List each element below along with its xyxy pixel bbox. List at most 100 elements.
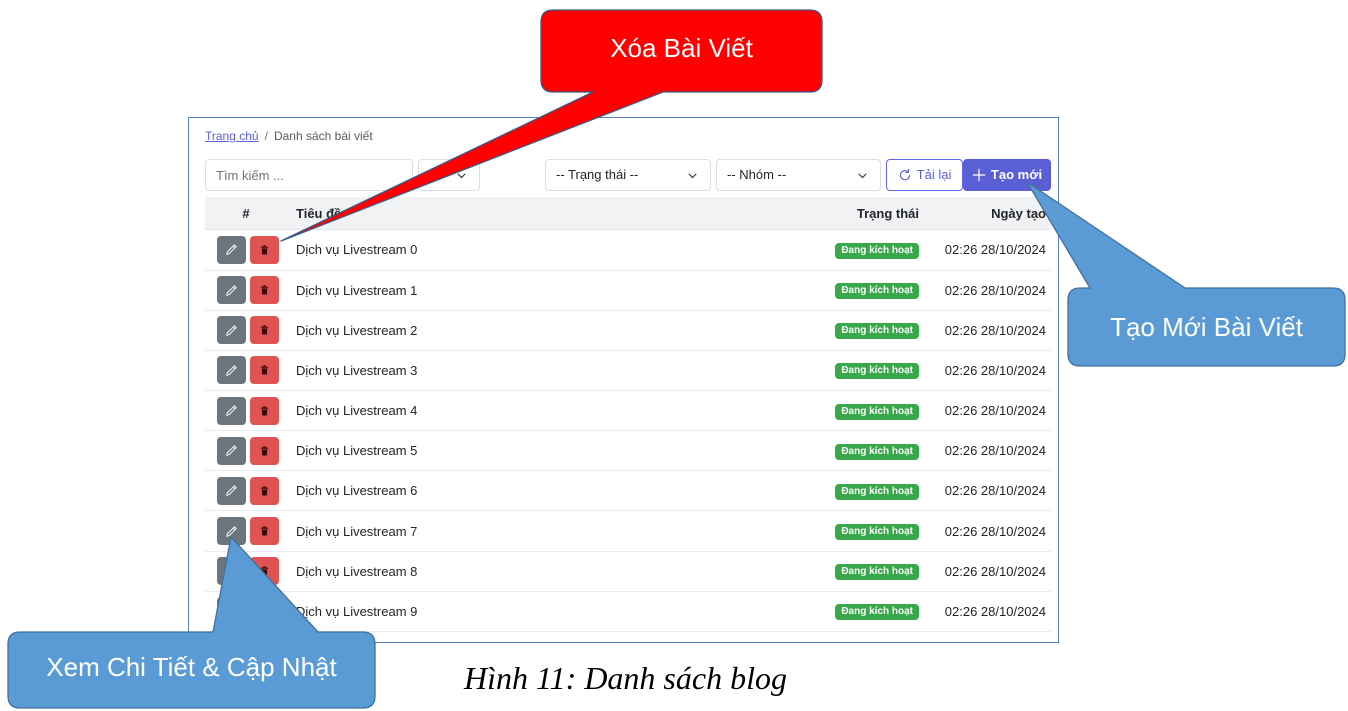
figure-caption: Hình 11: Danh sách blog	[464, 660, 787, 696]
plus-icon	[972, 168, 986, 182]
delete-button[interactable]	[250, 316, 279, 345]
group-filter-value: -- Nhóm --	[727, 167, 787, 182]
status-badge: Đang kích hoạt	[835, 403, 919, 420]
created-date: 02:26 28/10/2024	[944, 403, 1046, 419]
status-badge: Đang kích hoạt	[835, 323, 919, 340]
status-badge: Đang kích hoạt	[835, 443, 919, 460]
row-actions	[205, 396, 287, 425]
trash-icon	[260, 406, 269, 416]
create-button[interactable]: Tạo mới	[963, 159, 1051, 191]
trash-icon	[260, 365, 269, 375]
edit-button[interactable]	[217, 597, 246, 626]
table-header-row: # Tiêu đề Trạng thái Ngày tạo	[205, 197, 1051, 231]
trash-icon	[260, 245, 269, 255]
delete-button[interactable]	[250, 276, 279, 305]
delete-button[interactable]	[250, 597, 279, 626]
status-badge: Đang kích hoạt	[835, 483, 919, 500]
reload-button[interactable]: Tải lại	[886, 159, 963, 191]
status-cell: Đang kích hoạt	[825, 602, 929, 621]
status-badge: Đang kích hoạt	[835, 283, 919, 300]
table-row: Dịch vụ Livestream 6 Đang kích hoạt 02:26 …	[205, 471, 1051, 512]
trash-icon	[260, 446, 269, 456]
blog-table: # Tiêu đề Trạng thái Ngày tạo Dịch vụ Li…	[205, 197, 1051, 632]
status-cell: Đang kích hoạt	[825, 321, 929, 340]
post-title: Dịch vụ Livestream 4	[296, 403, 418, 419]
group-filter-select[interactable]: -- Nhóm --	[716, 159, 881, 191]
edit-button[interactable]	[217, 276, 246, 305]
post-title: Dịch vụ Livestream 5	[296, 443, 418, 459]
trash-icon	[260, 566, 269, 576]
table-row: Dịch vụ Livestream 1 Đang kích hoạt 02:26 …	[205, 270, 1051, 311]
chevron-down-icon	[457, 173, 466, 178]
app-screenshot: Trang chủ / Danh sách bài viết -- Trạng …	[188, 117, 1059, 643]
post-title: Dịch vụ Livestream 8	[296, 563, 418, 579]
table-row: Dịch vụ Livestream 2 Đang kích hoạt 02:26 …	[205, 310, 1051, 351]
created-date: 02:26 28/10/2024	[944, 483, 1046, 499]
column-header-index: #	[242, 205, 250, 221]
table-row: Dịch vụ Livestream 3 Đang kích hoạt 02:26 …	[205, 350, 1051, 392]
document-page: Trang chủ / Danh sách bài viết -- Trạng …	[0, 0, 1348, 711]
delete-button[interactable]	[250, 517, 279, 546]
pencil-icon	[226, 325, 237, 336]
created-date: 02:26 28/10/2024	[944, 322, 1046, 338]
edit-button[interactable]	[217, 235, 246, 264]
status-badge: Đang kích hoạt	[835, 524, 919, 541]
created-date: 02:26 28/10/2024	[944, 242, 1046, 258]
edit-button[interactable]	[217, 517, 246, 546]
column-header-status: Trạng thái	[856, 205, 919, 221]
delete-button[interactable]	[250, 476, 279, 505]
status-cell: Đang kích hoạt	[825, 281, 929, 300]
edit-button[interactable]	[217, 436, 246, 465]
pencil-icon	[226, 445, 237, 457]
status-cell: Đang kích hoạt	[825, 241, 929, 259]
status-badge: Đang kích hoạt	[835, 604, 919, 621]
trash-icon	[260, 285, 269, 295]
created-date: 02:26 28/10/2024	[944, 362, 1046, 378]
status-badge: Đang kích hoạt	[835, 363, 919, 380]
post-title: Dịch vụ Livestream 1	[296, 282, 418, 298]
table-row: Dịch vụ Livestream 7 Đang kích hoạt 02:26 …	[205, 511, 1051, 552]
delete-button[interactable]	[250, 356, 279, 385]
status-badge: Đang kích hoạt	[835, 242, 919, 259]
post-title: Dịch vụ Livestream 9	[296, 603, 418, 619]
post-title: Dịch vụ Livestream 0	[296, 242, 418, 258]
column-header-title: Tiêu đề	[296, 205, 342, 221]
delete-button[interactable]	[250, 436, 279, 465]
trash-icon	[260, 606, 269, 616]
delete-button[interactable]	[250, 557, 279, 586]
status-cell: Đang kích hoạt	[825, 562, 929, 581]
filter-select[interactable]	[418, 159, 480, 191]
table-row: Dịch vụ Livestream 8 Đang kích hoạt 02:26 …	[205, 551, 1051, 592]
delete-callout-label: Xóa Bài Viết	[610, 32, 753, 63]
created-date: 02:26 28/10/2024	[944, 523, 1046, 539]
pencil-icon	[226, 284, 237, 296]
edit-button[interactable]	[217, 356, 246, 385]
status-cell: Đang kích hoạt	[825, 482, 929, 500]
edit-button[interactable]	[217, 557, 246, 586]
row-actions	[205, 316, 287, 345]
trash-icon	[260, 486, 269, 496]
table-row: Dịch vụ Livestream 5 Đang kích hoạt 02:26 …	[205, 431, 1051, 472]
edit-button[interactable]	[217, 316, 246, 345]
delete-button[interactable]	[250, 396, 279, 425]
created-date: 02:26 28/10/2024	[944, 603, 1046, 619]
edit-button[interactable]	[217, 396, 246, 425]
search-input[interactable]	[205, 159, 413, 191]
delete-button[interactable]	[250, 235, 279, 264]
table-row: Dịch vụ Livestream 4 Đang kích hoạt 02:26 …	[205, 391, 1051, 432]
row-actions	[205, 356, 287, 385]
detail-callout-label: Xem Chi Tiết & Cập Nhật	[46, 651, 337, 682]
row-actions	[205, 276, 287, 305]
status-cell: Đang kích hoạt	[825, 522, 929, 541]
table-body: Dịch vụ Livestream 0 Đang kích hoạt 02:26 …	[205, 230, 1051, 632]
pencil-icon	[226, 405, 237, 416]
edit-button[interactable]	[217, 476, 246, 505]
status-filter-value: -- Trạng thái --	[556, 167, 639, 182]
created-date: 02:26 28/10/2024	[944, 282, 1046, 298]
pencil-icon	[226, 525, 237, 537]
pencil-icon	[226, 365, 237, 376]
status-badge: Đang kích hoạt	[835, 564, 919, 581]
post-title: Dịch vụ Livestream 3	[296, 362, 418, 378]
filter-bar: -- Trạng thái -- -- Nhóm -- Tải lại Tạo …	[189, 118, 1058, 196]
status-filter-select[interactable]: -- Trạng thái --	[545, 159, 711, 191]
